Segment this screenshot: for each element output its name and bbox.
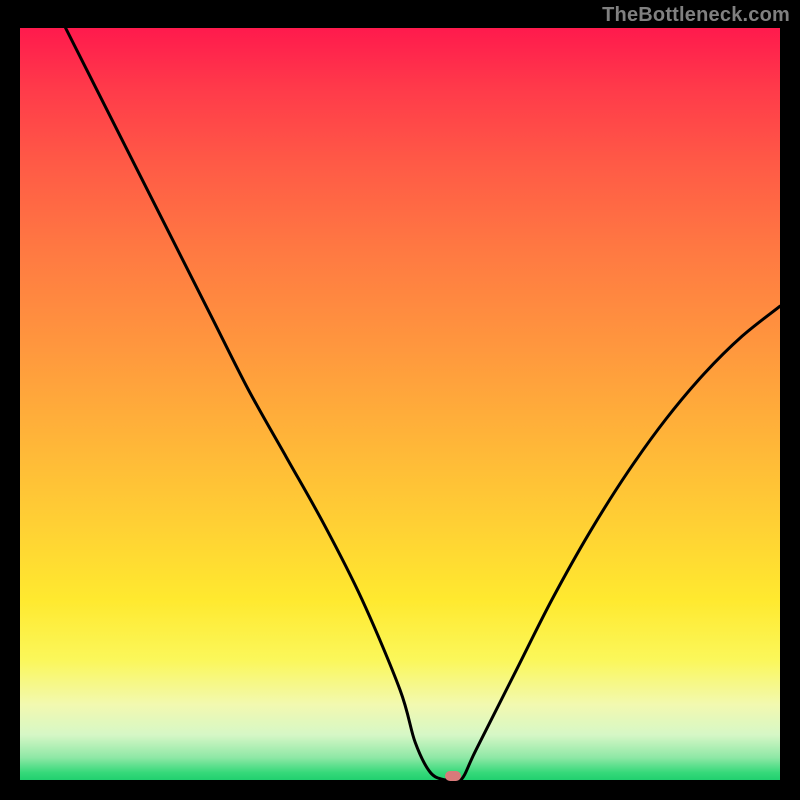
optimum-marker <box>445 771 461 781</box>
bottleneck-curve <box>20 28 780 780</box>
chart-stage: TheBottleneck.com <box>0 0 800 800</box>
watermark-text: TheBottleneck.com <box>602 4 790 27</box>
plot-area <box>20 28 780 780</box>
